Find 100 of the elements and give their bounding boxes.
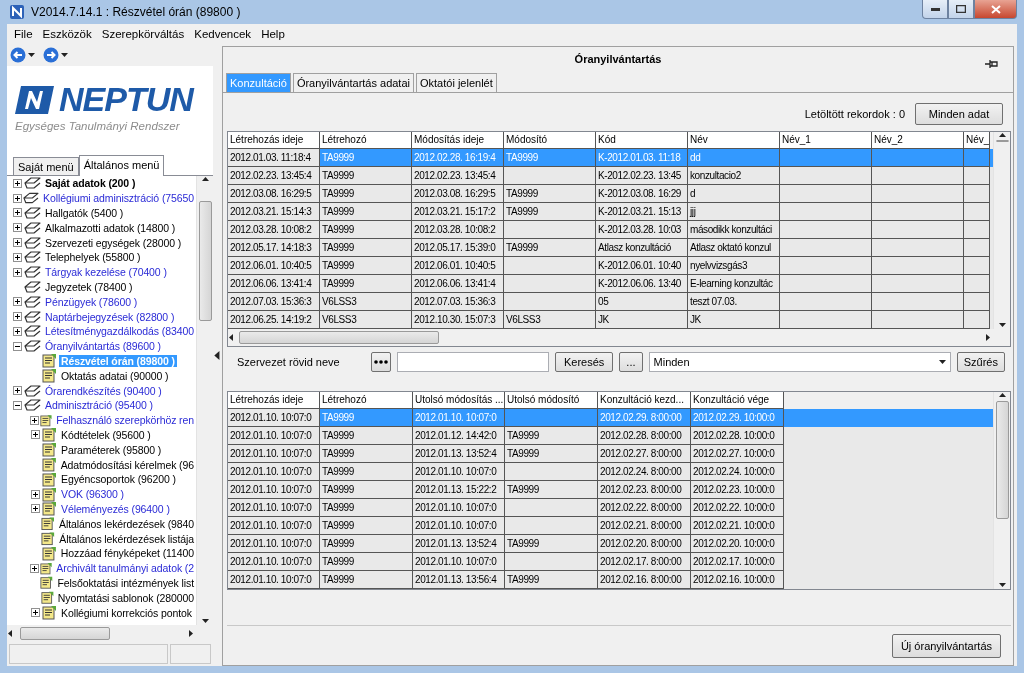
tree-item[interactable]: Hallgatók (5400 ): [43, 207, 126, 219]
forward-icon[interactable]: [43, 47, 59, 63]
expand-icon[interactable]: [13, 312, 22, 322]
expand-icon[interactable]: [29, 415, 39, 425]
caret-icon[interactable]: [28, 51, 35, 59]
caret-icon[interactable]: [61, 51, 68, 59]
column-header[interactable]: Módosító: [504, 132, 596, 149]
table-row[interactable]: 2012.06.01. 10:40:5 TA9999 2012.06.01. 10:40:5 K-2012.06.01. 10:40 nyelvvizsgás3: [228, 257, 993, 275]
vertical-scrollbar[interactable]: [993, 132, 1010, 329]
scrollbar-thumb[interactable]: [995, 401, 1009, 519]
expand-icon[interactable]: [13, 223, 22, 233]
maximize-button[interactable]: [948, 0, 974, 19]
tree-item[interactable]: Szervezeti egységek (28000 ): [43, 236, 184, 249]
tree-item[interactable]: Hozzáad fényképeket (11400: [58, 547, 196, 560]
tree-item[interactable]: Pénzügyek (78600 ): [43, 295, 140, 308]
tree-item[interactable]: Paraméterek (95800 ): [59, 443, 164, 456]
table-row[interactable]: 2012.01.10. 10:07:0 TA9999 2012.01.13. 13:52:4 TA9999 2012.02.27. 8:00:00 2012.02.27. 10:00:0: [228, 445, 993, 463]
tree-item[interactable]: Felsőoktatási intézmények list: [55, 576, 196, 589]
column-header[interactable]: Létrehozás ideje: [228, 132, 320, 149]
tree-item[interactable]: Általános lekérdezések (9840: [57, 517, 196, 530]
table-row[interactable]: 2012.07.03. 15:36:3 V6LSS3 2012.07.03. 15:36:3 05 teszt 07.03.: [228, 293, 993, 311]
tree-item[interactable]: Jegyzetek (78400 ): [43, 280, 135, 293]
tree-item[interactable]: Létesítménygazdálkodás (83400: [43, 325, 196, 338]
scroll-left-icon[interactable]: [7, 630, 14, 637]
horizontal-scrollbar[interactable]: [7, 625, 213, 642]
table-row[interactable]: 2012.03.21. 15:14:3 TA9999 2012.03.21. 15:17:2 TA9999 K-2012.03.21. 15:13 jjj: [228, 203, 993, 221]
column-header[interactable]: Módosítás ideje: [412, 132, 504, 149]
table-row[interactable]: 2012.01.10. 10:07:0 TA9999 2012.01.13. 13:56:4 TA9999 2012.02.16. 8:00:00 2012.02.16. 10:00:0: [228, 571, 993, 589]
tree-item[interactable]: Általános lekérdezések listája: [57, 532, 196, 545]
tree-item[interactable]: Oktatás adatai (90000 ): [59, 369, 171, 382]
table-row[interactable]: 2012.01.10. 10:07:0 TA9999 2012.01.10. 10:07:0 2012.02.22. 8:00:00 2012.02.22. 10:00:0: [228, 499, 993, 517]
expand-icon[interactable]: [13, 238, 22, 248]
menu-tab[interactable]: Saját menü: [13, 157, 79, 175]
scroll-down-icon[interactable]: [998, 582, 1006, 589]
tree-item[interactable]: Véleményezés (96400 ): [59, 502, 172, 515]
expand-icon[interactable]: [31, 430, 40, 440]
tree-item[interactable]: Kollégiumi adminisztráció (75650: [41, 192, 196, 205]
menu-tab[interactable]: Általános menü: [78, 155, 165, 176]
scrollbar-thumb[interactable]: [198, 201, 212, 321]
tree-item[interactable]: Nyomtatási sablonok (280000: [55, 591, 196, 604]
column-header[interactable]: Utolsó módosítás ...: [413, 392, 505, 409]
search-field[interactable]: [397, 352, 549, 372]
table-row[interactable]: 2012.02.23. 13:45:4 TA9999 2012.02.23. 13:45:4 K-2012.02.23. 13:45 konzultacio2: [228, 167, 993, 185]
table-row[interactable]: 2012.01.10. 10:07:0 TA9999 2012.01.10. 10:07:0 2012.02.24. 8:00:00 2012.02.24. 10:00:0: [228, 463, 993, 481]
table-row[interactable]: 2012.06.25. 14:19:2 V6LSS3 2012.10.30. 15:07:3 V6LSS3 JK JK: [228, 311, 993, 329]
scrollbar-thumb[interactable]: [995, 140, 1009, 142]
scroll-up-icon[interactable]: [998, 132, 1006, 139]
tree-item[interactable]: Tárgyak kezelése (70400 ): [43, 266, 169, 279]
tab[interactable]: Óranyilvántartás adatai: [292, 73, 414, 92]
column-header[interactable]: Létrehozó: [320, 392, 413, 409]
menu-item[interactable]: File: [9, 28, 38, 40]
table-row[interactable]: 2012.05.17. 14:18:3 TA9999 2012.05.17. 15:39:0 TA9999 Atlasz konzultáció Atlasz oktató konzul: [228, 239, 993, 257]
column-header[interactable]: Név_1: [780, 132, 872, 149]
column-header[interactable]: Kód: [596, 132, 688, 149]
vertical-scrollbar[interactable]: [993, 392, 1010, 589]
tree-item[interactable]: Alkalmazotti adatok (14800 ): [43, 221, 178, 234]
close-button[interactable]: [974, 0, 1017, 19]
column-header[interactable]: Létrehozás ideje: [228, 392, 320, 409]
tab[interactable]: Oktatói jelenlét: [416, 73, 497, 92]
table-row[interactable]: 2012.03.28. 10:08:2 TA9999 2012.03.28. 10:08:2 K-2012.03.28. 10:03 másodikk konzultáci: [228, 221, 993, 239]
all-data-button[interactable]: Minden adat: [915, 103, 1003, 125]
tree-item[interactable]: Kódtételek (95600 ): [59, 428, 153, 441]
scroll-up-icon[interactable]: [998, 392, 1006, 399]
back-icon[interactable]: [10, 47, 26, 63]
expand-icon[interactable]: [31, 489, 40, 499]
expand-icon[interactable]: [13, 386, 22, 396]
table-row[interactable]: 2012.01.10. 10:07:0 TA9999 2012.01.10. 10:07:0 2012.02.17. 8:00:00 2012.02.17. 10:00:0: [228, 553, 993, 571]
menu-item[interactable]: Eszközök: [37, 28, 97, 40]
column-header[interactable]: Név: [688, 132, 780, 149]
expand-icon[interactable]: [12, 193, 22, 203]
expand-icon[interactable]: [31, 504, 40, 514]
expand-icon[interactable]: [13, 297, 22, 307]
tree-item[interactable]: Telephelyek (55800 ): [43, 251, 143, 264]
column-header[interactable]: Konzultáció kezd...: [598, 392, 691, 409]
column-header[interactable]: Név_: [964, 132, 990, 149]
scroll-up-icon[interactable]: [201, 176, 209, 183]
collapse-icon[interactable]: [13, 341, 22, 351]
scroll-left-icon[interactable]: [228, 334, 235, 341]
column-header[interactable]: Konzultáció vége: [691, 392, 784, 409]
tree-item[interactable]: Adminisztráció (95400 ): [43, 399, 155, 412]
menu-item[interactable]: Help: [256, 28, 290, 40]
collapse-icon[interactable]: [13, 400, 22, 410]
filter-dropdown[interactable]: Minden: [648, 352, 951, 372]
expand-icon[interactable]: [13, 326, 22, 336]
expand-icon[interactable]: [13, 178, 22, 188]
table-row[interactable]: 2012.06.06. 13:41:4 TA9999 2012.06.06. 13:41:4 K-2012.06.06. 13:40 E-learning konzultác: [228, 275, 993, 293]
scroll-right-icon[interactable]: [985, 334, 992, 341]
collapse-arrow-icon[interactable]: [213, 350, 222, 360]
table-row[interactable]: 2012.01.10. 10:07:0 TA9999 2012.01.10. 10:07:0 2012.02.21. 8:00:00 2012.02.21. 10:00:0: [228, 517, 993, 535]
new-record-button[interactable]: Új óranyilvántartás: [891, 633, 1001, 658]
expand-icon[interactable]: [13, 208, 22, 218]
expand-icon[interactable]: [31, 608, 40, 617]
tree-item[interactable]: Kollégiumi korrekciós pontok: [59, 606, 194, 619]
menu-item[interactable]: Szerepkörváltás: [96, 28, 190, 40]
table-row[interactable]: 2012.01.10. 10:07:0 TA9999 2012.01.10. 10:07:0 2012.02.29. 8:00:00 2012.02.29. 10:00:0: [228, 409, 993, 427]
minimize-button[interactable]: [922, 0, 948, 19]
tree-item[interactable]: VOK (96300 ): [59, 488, 126, 501]
table-row[interactable]: 2012.01.03. 11:18:4 TA9999 2012.02.28. 16:19:4 TA9999 K-2012.01.03. 11:18 dd: [228, 149, 993, 167]
filter-button[interactable]: Szűrés: [956, 352, 1005, 372]
tree-item[interactable]: Felhasználó szerepkörhöz ren: [54, 414, 196, 427]
